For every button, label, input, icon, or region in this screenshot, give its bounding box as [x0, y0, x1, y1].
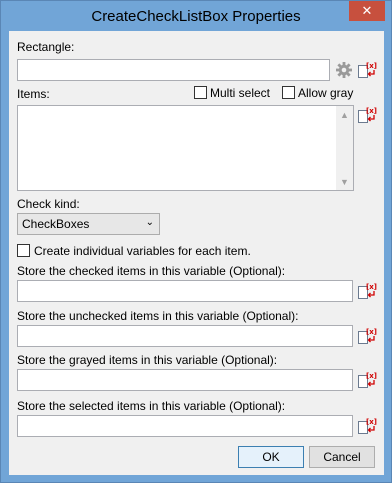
items-textarea[interactable]: ▲ ▼ [17, 105, 354, 191]
gear-icon[interactable] [335, 61, 353, 79]
selected-var-label: Store the selected items in this variabl… [17, 399, 286, 413]
svg-text:[x]: [x] [366, 372, 377, 380]
title-bar[interactable]: CreateCheckListBox Properties ✕ [1, 1, 391, 31]
variable-icon[interactable]: [x] [357, 281, 377, 301]
items-label: Items: [17, 87, 50, 101]
scroll-down-icon[interactable]: ▼ [336, 173, 353, 190]
allow-gray-checkbox[interactable] [282, 86, 295, 99]
selected-var-input[interactable] [17, 415, 353, 437]
grayed-var-input[interactable] [17, 369, 353, 391]
grayed-var-label: Store the grayed items in this variable … [17, 353, 278, 367]
variable-icon[interactable]: [x] [357, 105, 377, 125]
unchecked-var-input[interactable] [17, 325, 353, 347]
svg-text:[x]: [x] [366, 62, 377, 70]
allow-gray-label: Allow gray [298, 86, 354, 100]
multi-select-label: Multi select [210, 86, 271, 100]
cancel-button[interactable]: Cancel [309, 446, 375, 468]
window-title: CreateCheckListBox Properties [91, 8, 301, 25]
variable-icon[interactable]: [x] [357, 60, 377, 80]
scroll-up-icon[interactable]: ▲ [336, 106, 353, 123]
multi-select-checkbox[interactable] [194, 86, 207, 99]
chevron-down-icon: ⌄ [145, 217, 154, 228]
close-icon: ✕ [361, 3, 373, 18]
items-scrollbar[interactable]: ▲ ▼ [336, 106, 353, 190]
create-individual-checkbox[interactable] [17, 244, 30, 257]
dialog-client-area: Rectangle: [x] Items: Multi select Allow… [9, 31, 384, 475]
variable-icon[interactable]: [x] [357, 416, 377, 436]
rectangle-label: Rectangle: [17, 40, 75, 54]
check-kind-label: Check kind: [17, 197, 80, 211]
ok-button[interactable]: OK [238, 446, 304, 468]
unchecked-var-label: Store the unchecked items in this variab… [17, 309, 299, 323]
create-individual-label: Create individual variables for each ite… [34, 244, 251, 258]
variable-icon[interactable]: [x] [357, 370, 377, 390]
svg-text:[x]: [x] [366, 418, 377, 426]
check-kind-select[interactable]: CheckBoxes ⌄ [17, 213, 160, 235]
svg-text:[x]: [x] [366, 107, 377, 115]
check-kind-value: CheckBoxes [22, 217, 90, 231]
close-button[interactable]: ✕ [349, 1, 385, 21]
svg-text:[x]: [x] [366, 328, 377, 336]
rectangle-input[interactable] [17, 59, 330, 81]
checked-var-input[interactable] [17, 280, 353, 302]
checked-var-label: Store the checked items in this variable… [17, 264, 286, 278]
svg-text:[x]: [x] [366, 283, 377, 291]
variable-icon[interactable]: [x] [357, 326, 377, 346]
dialog-window: CreateCheckListBox Properties ✕ Rectangl… [0, 0, 392, 483]
